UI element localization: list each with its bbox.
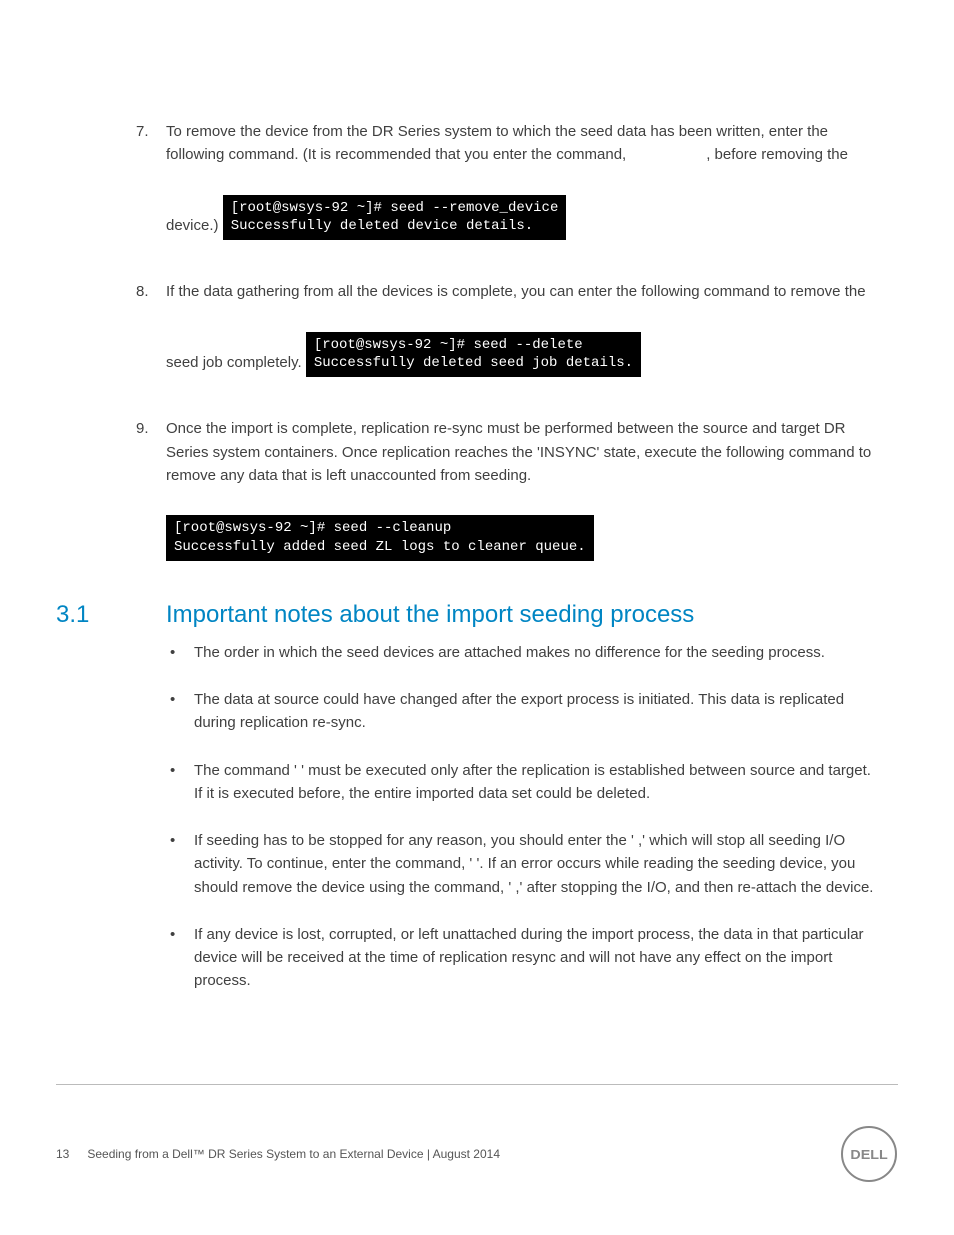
terminal-output: [root@swsys-92 ~]# seed --remove_device … [223, 195, 567, 241]
terminal-output: [root@swsys-92 ~]# seed --delete Success… [306, 332, 641, 378]
step-number: 9. [136, 417, 149, 440]
footer-doc-title: Seeding from a Dell™ DR Series System to… [87, 1147, 500, 1161]
page-footer: 13 Seeding from a Dell™ DR Series System… [56, 1084, 898, 1183]
section-number: 3.1 [56, 601, 166, 629]
list-item: The command ' ' must be executed only af… [166, 759, 898, 806]
svg-text:DELL: DELL [850, 1148, 887, 1162]
list-item: The order in which the seed devices are … [166, 641, 898, 664]
step-text: Once the import is complete, replication… [166, 420, 871, 484]
list-item: If seeding has to be stopped for any rea… [166, 829, 898, 899]
section-heading-row: 3.1 Important notes about the import see… [56, 601, 898, 629]
step-7: 7. To remove the device from the DR Seri… [166, 120, 898, 240]
step-number: 7. [136, 120, 149, 143]
page-container: 7. To remove the device from the DR Seri… [0, 0, 954, 1235]
dell-logo-icon: DELL [840, 1125, 898, 1183]
page-number: 13 [56, 1147, 69, 1161]
notes-bullet-list: The order in which the seed devices are … [166, 641, 898, 993]
list-item: The data at source could have changed af… [166, 688, 898, 735]
step-8: 8. If the data gathering from all the de… [166, 280, 898, 377]
ordered-steps-list: 7. To remove the device from the DR Seri… [166, 120, 898, 561]
section-title: Important notes about the import seeding… [166, 601, 694, 629]
terminal-output: [root@swsys-92 ~]# seed --cleanup Succes… [166, 515, 594, 561]
list-item: If any device is lost, corrupted, or lef… [166, 923, 898, 993]
footer-left: 13 Seeding from a Dell™ DR Series System… [56, 1147, 500, 1161]
step-9: 9. Once the import is complete, replicat… [166, 417, 898, 561]
step-number: 8. [136, 280, 149, 303]
